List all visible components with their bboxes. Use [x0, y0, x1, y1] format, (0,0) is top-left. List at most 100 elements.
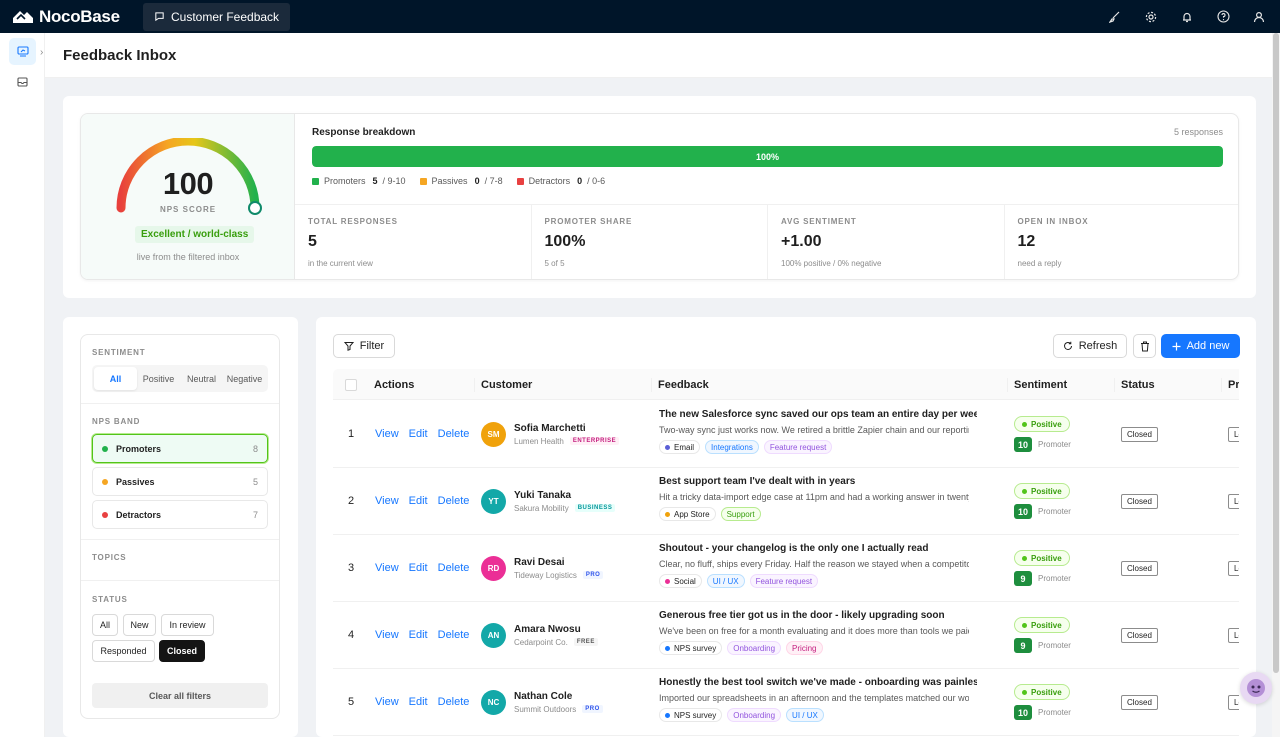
nps-band-label: Promoter: [1038, 708, 1071, 717]
paint-brush-icon[interactable]: [1108, 10, 1122, 24]
status-chip-new[interactable]: New: [123, 614, 156, 636]
avatar: AN: [481, 622, 506, 648]
column-header-customer[interactable]: Customer: [481, 369, 532, 400]
view-link[interactable]: View: [375, 562, 399, 574]
delete-link[interactable]: Delete: [438, 562, 470, 574]
status-chip-in-review[interactable]: In review: [161, 614, 214, 636]
rail-item-inbox[interactable]: [9, 68, 36, 95]
sentiment-label: Positive: [1031, 620, 1062, 630]
delete-selected-button[interactable]: [1133, 334, 1156, 358]
column-separator: [1114, 378, 1115, 392]
tier-badge: BUSINESS: [574, 504, 616, 512]
column-header-sentiment[interactable]: Sentiment: [1014, 369, 1067, 400]
view-link[interactable]: View: [375, 696, 399, 708]
band-dot: [102, 478, 108, 485]
customer-name: Yuki Tanaka: [514, 489, 572, 501]
status-chip-all[interactable]: All: [92, 614, 118, 636]
clear-all-filters-button[interactable]: Clear all filters: [92, 683, 268, 708]
table-row[interactable]: 5 View Edit Delete NC Nathan Cole Summit…: [333, 669, 1239, 736]
table-row[interactable]: 3 View Edit Delete RD Ravi Desai Tideway…: [333, 535, 1239, 602]
trash-icon: [1140, 341, 1149, 351]
channel-dot: [665, 511, 670, 517]
gear-icon[interactable]: [1144, 10, 1158, 24]
customer-meta: Cedarpoint Co. FREE: [514, 638, 598, 647]
table-row[interactable]: 2 View Edit Delete YT Yuki Tanaka Sakura…: [333, 468, 1239, 535]
legend-label: Promoters: [324, 176, 366, 186]
stat-avg-sentiment: AVG SENTIMENT +1.00 100% positive / 0% n…: [768, 205, 1005, 279]
delete-link[interactable]: Delete: [438, 629, 470, 641]
status-chip-responded[interactable]: Responded: [92, 640, 155, 662]
customer-meta: Tideway Logistics PRO: [514, 570, 604, 580]
edit-link[interactable]: Edit: [409, 629, 428, 641]
view-link[interactable]: View: [375, 428, 399, 440]
filter-button[interactable]: Filter: [333, 334, 395, 358]
divider: [81, 539, 279, 540]
nps-score-label: NPS SCORE: [159, 205, 217, 214]
channel-tag: Email: [659, 440, 701, 454]
delete-link[interactable]: Delete: [438, 428, 470, 440]
response-count: 5 responses: [1173, 127, 1223, 137]
legend-count: 0: [474, 176, 480, 186]
sentiment-option-negative[interactable]: Negative: [223, 367, 266, 390]
priority-tag: Low: [1228, 627, 1239, 643]
sentiment-option-positive[interactable]: Positive: [137, 367, 180, 390]
delete-link[interactable]: Delete: [438, 495, 470, 507]
rail-item-feedback[interactable]: [9, 38, 36, 65]
refresh-button[interactable]: Refresh: [1053, 334, 1127, 358]
breakdown-bar: 100%: [312, 146, 1223, 167]
ai-assistant-avatar[interactable]: [1240, 672, 1272, 704]
customer-info: Nathan Cole Summit Outdoors PRO: [514, 691, 603, 714]
delete-link[interactable]: Delete: [438, 696, 470, 708]
customer-meta: Sakura Mobility BUSINESS: [514, 504, 616, 513]
column-header-priority[interactable]: Pri: [1228, 369, 1239, 400]
band-detractors[interactable]: Detractors 7: [92, 500, 268, 529]
nps-score-badge: 9: [1014, 571, 1032, 586]
channel-tag: NPS survey: [659, 708, 723, 722]
status-tag: Closed: [1121, 627, 1158, 643]
column-header-feedback[interactable]: Feedback: [658, 369, 709, 400]
row-actions: View Edit Delete: [375, 401, 469, 467]
priority-cell: Low: [1228, 401, 1239, 467]
checkbox[interactable]: [345, 378, 357, 391]
table-row[interactable]: 1 View Edit Delete SM Sofia Marchetti Lu…: [333, 401, 1239, 468]
feedback-body: Two-way sync just works now. We retired …: [659, 425, 969, 435]
user-icon[interactable]: [1252, 10, 1266, 24]
tab-customer-feedback[interactable]: Customer Feedback: [143, 2, 291, 31]
customer-name: Nathan Cole: [514, 690, 573, 702]
band-count: 5: [252, 476, 258, 487]
sentiment-option-all[interactable]: All: [94, 367, 137, 390]
sentiment-dot: [1022, 689, 1027, 695]
nps-score-badge: 9: [1014, 638, 1032, 653]
sentiment-option-neutral[interactable]: Neutral: [180, 367, 223, 390]
sentiment-badge: Positive: [1014, 684, 1070, 700]
column-header-status[interactable]: Status: [1121, 369, 1155, 400]
tier-badge: FREE: [573, 638, 598, 646]
sentiment-label: Positive: [1031, 553, 1062, 563]
legend-swatch: [516, 177, 524, 185]
edit-link[interactable]: Edit: [409, 428, 428, 440]
add-new-button[interactable]: Add new: [1161, 334, 1240, 358]
customer-cell: SM Sofia Marchetti Lumen Health ENTERPRI…: [481, 401, 620, 467]
divider: [81, 403, 279, 404]
band-promoters[interactable]: Promoters 8: [92, 434, 268, 463]
table-row[interactable]: 4 View Edit Delete AN Amara Nwosu Cedarp…: [333, 602, 1239, 669]
edit-link[interactable]: Edit: [409, 696, 428, 708]
select-all-checkbox[interactable]: [345, 369, 357, 400]
view-link[interactable]: View: [375, 495, 399, 507]
edit-link[interactable]: Edit: [409, 495, 428, 507]
edit-link[interactable]: Edit: [409, 562, 428, 574]
logo[interactable]: NocoBase: [0, 7, 140, 27]
scrollbar-thumb[interactable]: [1273, 33, 1279, 673]
filter-panel-card: SENTIMENT All Positive Neutral Negative …: [63, 317, 298, 737]
customer-company: Tideway Logistics: [514, 570, 577, 580]
status-chip-closed[interactable]: Closed: [159, 640, 205, 662]
feedback-tags: Email Integrations Feature request: [659, 440, 833, 454]
status-cell: Closed: [1121, 468, 1158, 534]
band-passives[interactable]: Passives 5: [92, 467, 268, 496]
plus-icon: [1172, 342, 1181, 350]
topic-tag: Feature request: [763, 440, 833, 454]
bell-icon[interactable]: [1180, 10, 1194, 24]
row-actions: View Edit Delete: [375, 468, 469, 534]
view-link[interactable]: View: [375, 629, 399, 641]
help-icon[interactable]: [1216, 10, 1230, 24]
